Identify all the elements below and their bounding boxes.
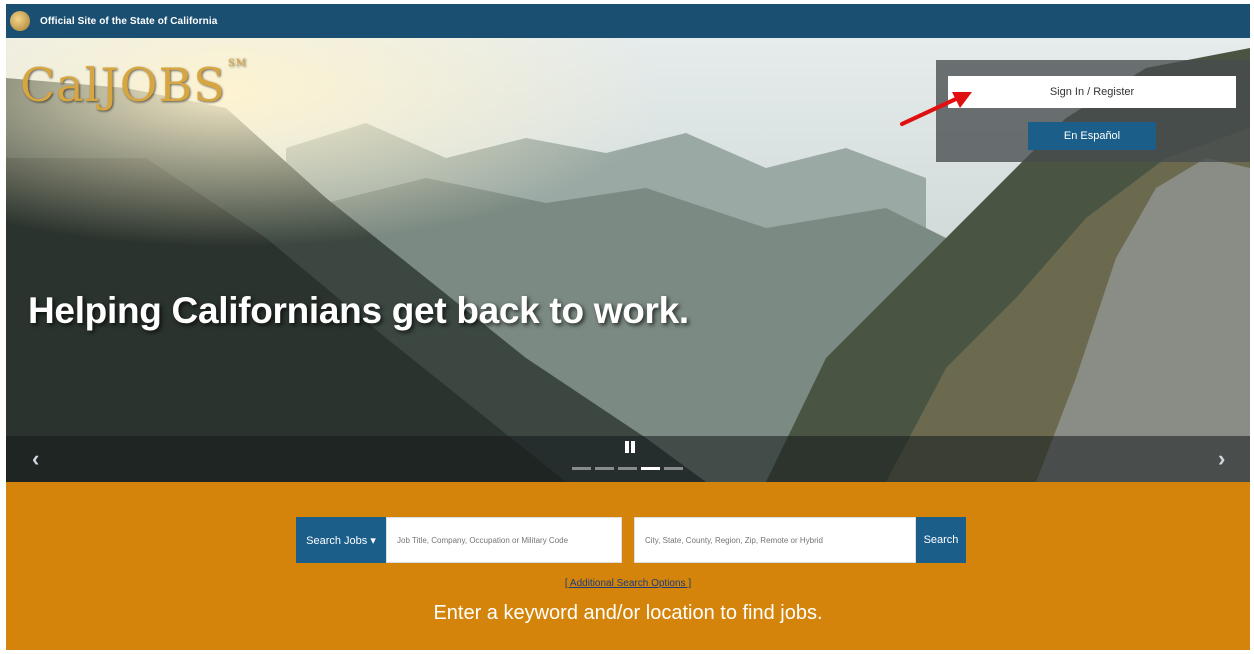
state-banner: Official Site of the State of California [6,4,1250,38]
auth-panel: Sign In / Register En Español [936,60,1250,162]
state-banner-text[interactable]: Official Site of the State of California [40,16,217,27]
job-search-section: Search Jobs ▾ Search [ Additional Search… [6,482,1250,650]
carousel-indicator[interactable] [664,467,683,470]
caljobs-logo[interactable]: CalJOBS SM [20,58,247,112]
hero-banner: CalJOBS SM Helping Californians get back … [6,38,1250,482]
sign-in-register-button[interactable]: Sign In / Register [948,76,1236,108]
hero-headline: Helping Californians get back to work. [28,290,689,331]
additional-search-options-link[interactable]: [ Additional Search Options ] [565,578,691,589]
additional-search-options: [ Additional Search Options ] [6,578,1250,589]
carousel-controls: ‹ › [6,436,1250,482]
search-tagline: Enter a keyword and/or location to find … [433,602,823,624]
keyword-search-input[interactable] [386,517,622,563]
california-seal-icon[interactable] [8,9,32,33]
page-frame: Official Site of the State of California [6,4,1250,650]
pause-icon[interactable] [623,440,637,454]
location-search-input[interactable] [634,517,916,563]
chevron-right-icon[interactable]: › [1218,446,1225,472]
carousel-indicator-active[interactable] [641,467,660,470]
red-arrow-annotation-icon [900,92,972,126]
carousel-indicator[interactable] [572,467,591,470]
espanol-language-button[interactable]: En Español [1028,122,1156,150]
search-button[interactable]: Search [916,517,966,563]
carousel-indicator[interactable] [618,467,637,470]
carousel-indicators [572,467,683,470]
carousel-indicator[interactable] [595,467,614,470]
chevron-left-icon[interactable]: ‹ [32,446,39,472]
search-jobs-dropdown-button[interactable]: Search Jobs ▾ [296,517,386,563]
